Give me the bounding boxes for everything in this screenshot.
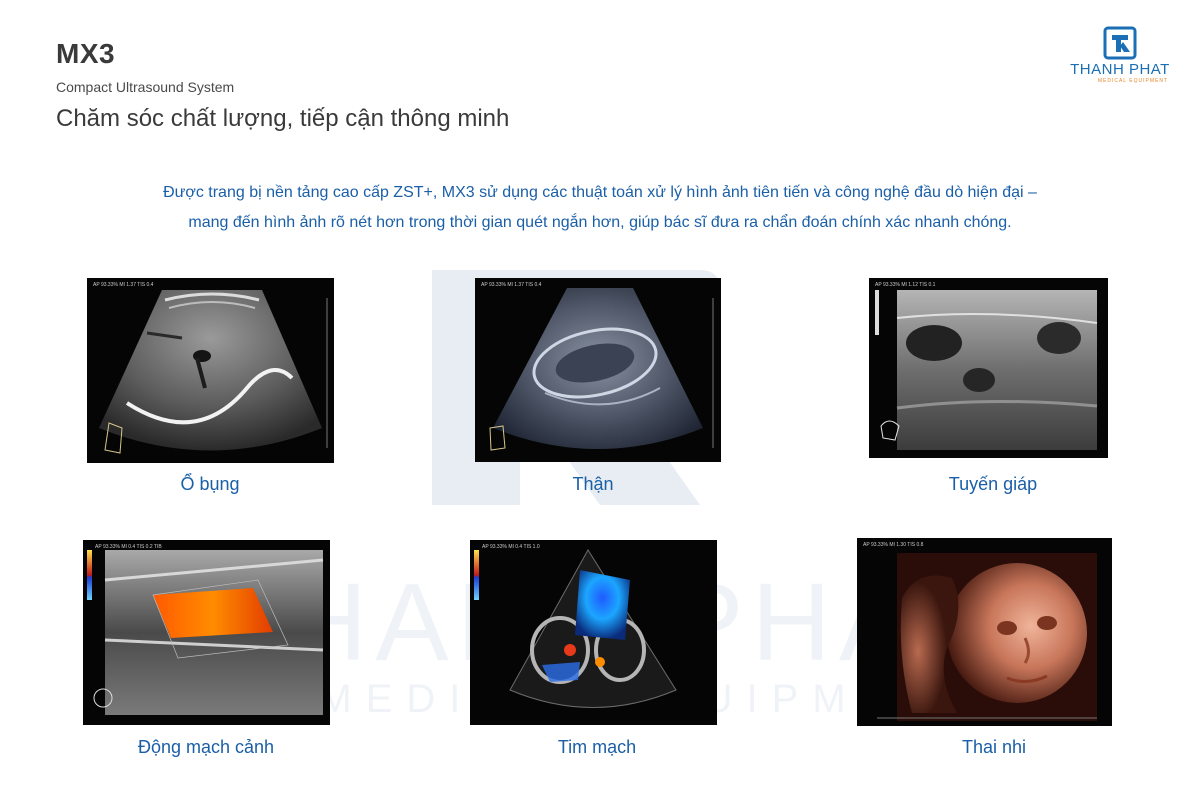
ultrasound-image-carotid: AP 93.33% MI 0.4 TIS 0.2 TIB (83, 540, 330, 725)
slogan: Chăm sóc chất lượng, tiếp cận thông minh (56, 105, 510, 132)
caption-fetus: Thai nhi (961, 737, 1027, 757)
image-overlay-text: AP 93.33% MI 1.12 TIS 0.1 (875, 282, 936, 288)
ultrasound-image-thyroid: AP 93.33% MI 1.12 TIS 0.1 (869, 278, 1108, 458)
company-logo: THANH PHAT MEDICAL EQUIPMENT (1070, 26, 1170, 92)
logo-tagline: MEDICAL EQUIPMENT (1097, 78, 1168, 84)
ultrasound-image-abdomen: AP 93.33% MI 1.37 TIS 0.4 (87, 278, 334, 463)
caption-carotid: Động mạch cảnh (137, 737, 275, 757)
tp-logo-icon (1103, 26, 1137, 60)
image-overlay-text: AP 93.33% MI 0.4 TIS 1.0 (482, 544, 540, 550)
caption-kidney: Thận (572, 474, 614, 494)
caption-thyroid: Tuyến giáp (948, 474, 1038, 494)
image-overlay-text: AP 93.33% MI 0.4 TIS 0.2 TIB (95, 544, 162, 550)
image-overlay-text: AP 93.33% MI 1.37 TIS 0.4 (93, 282, 154, 288)
image-overlay-text: AP 93.33% MI 1.37 TIS 0.4 (481, 282, 542, 288)
intro-paragraph: Được trang bị nền tảng cao cấp ZST+, MX3… (40, 178, 1160, 238)
ultrasound-image-fetus: AP 93.33% MI 1.30 TIS 0.8 (857, 538, 1112, 726)
logo-name: THANH PHAT (1070, 61, 1170, 78)
intro-line-2: mang đến hình ảnh rõ nét hơn trong thời … (188, 214, 1012, 231)
caption-abdomen: Ổ bụng (180, 474, 240, 494)
ultrasound-image-cardiac: AP 93.33% MI 0.4 TIS 1.0 (470, 540, 717, 725)
ultrasound-image-kidney: AP 93.33% MI 1.37 TIS 0.4 (475, 278, 721, 462)
image-overlay-text: AP 93.33% MI 1.30 TIS 0.8 (863, 542, 924, 548)
intro-line-1: Được trang bị nền tảng cao cấp ZST+, MX3… (163, 184, 1037, 201)
caption-cardiac: Tim mạch (557, 737, 637, 757)
header: MX3 Compact Ultrasound System Chăm sóc c… (56, 38, 509, 134)
product-subtitle: Compact Ultrasound System (56, 79, 235, 95)
product-name: MX3 (56, 38, 116, 69)
